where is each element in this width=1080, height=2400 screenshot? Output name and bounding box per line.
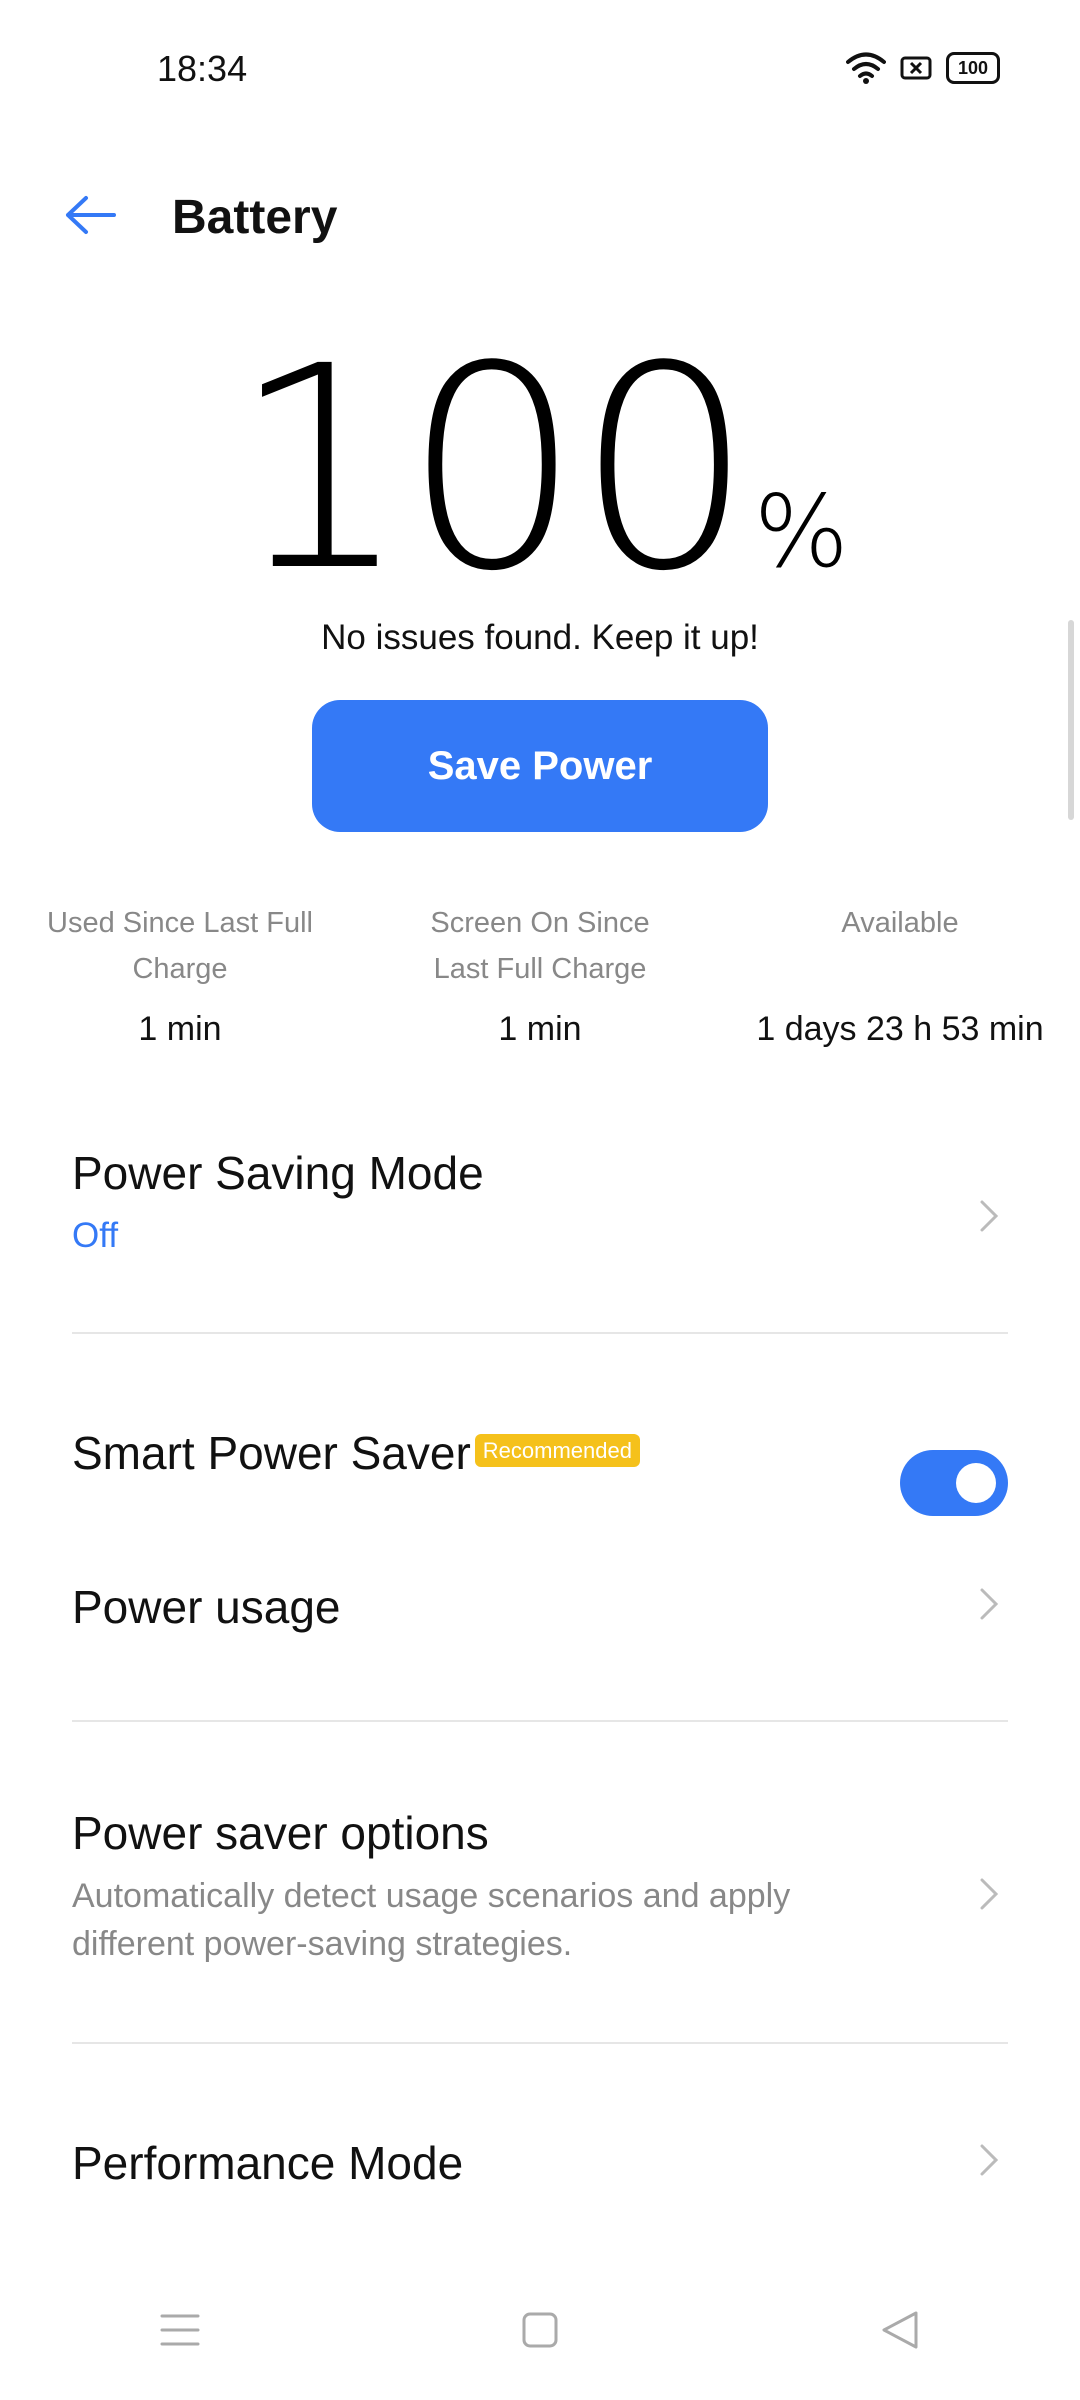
toggle-knob (956, 1463, 996, 1503)
divider (72, 2042, 1008, 2044)
battery-icon: 100 (946, 52, 1000, 84)
chevron-right-icon (980, 1878, 999, 1910)
back-button[interactable] (60, 185, 120, 245)
system-back-button[interactable] (850, 2280, 950, 2380)
stat-label: Used Since Last Full Charge (47, 907, 313, 985)
stat-value: 1 days 23 h 53 min (756, 1010, 1044, 1048)
percent-sign: % (753, 473, 849, 590)
power-saving-mode-title: Power Saving Mode (72, 1147, 484, 1199)
status-icons: 100 (846, 48, 1000, 88)
battery-stats: Used Since Last Full Charge 1 min Screen… (0, 900, 1080, 1049)
stat-value: 1 min (138, 1010, 222, 1048)
stat-label: Available (841, 907, 959, 939)
page-title: Battery (172, 191, 338, 244)
status-time: 18:34 (157, 48, 248, 89)
smart-power-saver-toggle[interactable] (900, 1450, 1008, 1516)
performance-mode-title: Performance Mode (72, 2137, 464, 2189)
no-sim-icon (900, 56, 932, 80)
power-usage-title: Power usage (72, 1581, 341, 1633)
home-icon (522, 2312, 558, 2348)
recents-button[interactable] (130, 2280, 230, 2380)
stat-value: 1 min (498, 1010, 582, 1048)
save-power-button[interactable]: Save Power (312, 700, 768, 832)
power-usage-row[interactable]: Power usage (0, 1560, 1080, 1700)
chevron-right-icon (980, 1588, 999, 1620)
recommended-badge: Recommended (474, 1433, 640, 1467)
arrow-left-icon (66, 196, 116, 234)
wifi-icon (846, 52, 886, 84)
scrollbar[interactable] (1068, 620, 1074, 820)
power-saving-mode-value: Off (72, 1216, 119, 1255)
power-saver-options-row[interactable]: Power saver options Automatically detect… (0, 1780, 1080, 2010)
battery-status-message: No issues found. Keep it up! (321, 618, 759, 657)
stat-used-since-charge: Used Since Last Full Charge 1 min (0, 900, 360, 1049)
divider (72, 1332, 1008, 1334)
stat-available: Available 1 days 23 h 53 min (720, 900, 1080, 1049)
menu-icon (160, 2314, 200, 2346)
navigation-bar (0, 2260, 1080, 2400)
chevron-right-icon (980, 1200, 999, 1232)
battery-percentage: 100% (0, 330, 1080, 610)
smart-power-saver-label: Smart Power Saver (72, 1427, 471, 1479)
chevron-right-icon (980, 2144, 999, 2176)
divider (72, 1720, 1008, 1722)
stat-screen-on: Screen On Since Last Full Charge 1 min (360, 900, 720, 1049)
power-saver-options-description: Automatically detect usage scenarios and… (72, 1877, 791, 1963)
home-button[interactable] (490, 2280, 590, 2380)
stat-label: Screen On Since Last Full Charge (430, 907, 650, 985)
back-icon (882, 2311, 918, 2349)
battery-percent-value: 100 (231, 307, 753, 633)
power-saving-mode-row[interactable]: Power Saving Mode Off (0, 1120, 1080, 1320)
smart-power-saver-title: Smart Power Saver Recommended (72, 1426, 640, 1480)
performance-mode-row[interactable]: Performance Mode (0, 2110, 1080, 2250)
power-saver-options-title: Power saver options (72, 1807, 489, 1859)
